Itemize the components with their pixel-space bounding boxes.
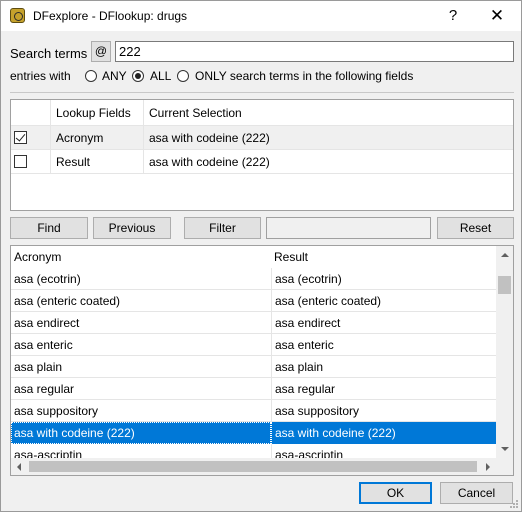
- filter-input[interactable]: [266, 217, 431, 239]
- search-input[interactable]: 222: [115, 41, 514, 62]
- ok-button[interactable]: OK: [359, 482, 432, 504]
- acronym-cell[interactable]: asa enteric: [11, 334, 271, 356]
- title-bar: DFexplore - DFlookup: drugs ? ✕: [1, 1, 521, 31]
- result-cell[interactable]: asa plain: [271, 356, 496, 378]
- result-cell[interactable]: asa enteric: [271, 334, 496, 356]
- lookup-current-selection: asa with codeine (222): [149, 155, 270, 169]
- results-list: Acronym Result asa (ecotrin) asa (ecotrin…: [10, 245, 514, 476]
- lookup-current-selection: asa with codeine (222): [149, 131, 270, 145]
- result-cell[interactable]: asa (ecotrin): [271, 268, 496, 290]
- result-cell[interactable]: asa (enteric coated): [271, 290, 496, 312]
- window-title: DFexplore - DFlookup: drugs: [33, 9, 188, 23]
- acronym-cell[interactable]: asa with codeine (222): [11, 422, 271, 444]
- radio-all-label[interactable]: ALL: [150, 69, 171, 83]
- table-row[interactable]: asa (enteric coated) asa (enteric coated): [11, 290, 496, 312]
- header-result[interactable]: Result: [271, 246, 496, 268]
- table-row[interactable]: asa endirect asa endirect: [11, 312, 496, 334]
- radio-only[interactable]: [177, 70, 189, 82]
- result-cell[interactable]: asa with codeine (222): [271, 422, 496, 444]
- close-icon[interactable]: ✕: [483, 4, 511, 28]
- acronym-cell[interactable]: asa plain: [11, 356, 271, 378]
- dflookup-dialog: DFexplore - DFlookup: drugs ? ✕ Search t…: [0, 0, 522, 512]
- find-button[interactable]: Find: [10, 217, 88, 239]
- table-row[interactable]: asa suppository asa suppository: [11, 400, 496, 422]
- cancel-button[interactable]: Cancel: [440, 482, 513, 504]
- radio-any[interactable]: [85, 70, 97, 82]
- lookup-fields-table: Lookup Fields Current Selection Acronym …: [10, 99, 514, 211]
- scroll-thumb[interactable]: [498, 276, 511, 294]
- table-row[interactable]: asa plain asa plain: [11, 356, 496, 378]
- table-row[interactable]: asa with codeine (222) asa with codeine (…: [11, 422, 496, 444]
- radio-all[interactable]: [132, 70, 144, 82]
- lookup-row[interactable]: Result asa with codeine (222): [11, 150, 513, 174]
- lookup-check-cell[interactable]: [11, 150, 51, 174]
- dfexplore-app-icon: [10, 8, 25, 23]
- scroll-thumb[interactable]: [29, 461, 477, 472]
- lookup-table-header: Lookup Fields Current Selection: [11, 100, 513, 126]
- acronym-cell[interactable]: asa regular: [11, 378, 271, 400]
- reset-button[interactable]: Reset: [437, 217, 514, 239]
- lookup-field-name: Result: [51, 150, 144, 174]
- acronym-cell[interactable]: asa (ecotrin): [11, 268, 271, 290]
- separator: [10, 92, 514, 93]
- horizontal-scrollbar[interactable]: [11, 458, 496, 475]
- table-row[interactable]: asa (ecotrin) asa (ecotrin): [11, 268, 496, 290]
- scroll-left-icon[interactable]: [17, 463, 21, 471]
- results-header: Acronym Result: [11, 246, 496, 268]
- result-cell[interactable]: asa regular: [271, 378, 496, 400]
- result-cell[interactable]: asa suppository: [271, 400, 496, 422]
- header-lookup-fields[interactable]: Lookup Fields: [51, 100, 144, 126]
- search-terms-label: Search terms: [10, 46, 88, 61]
- result-checkbox[interactable]: [14, 155, 27, 168]
- radio-any-label[interactable]: ANY: [102, 69, 127, 83]
- lookup-check-cell[interactable]: [11, 126, 51, 150]
- radio-only-label[interactable]: ONLY search terms in the following field…: [195, 69, 413, 83]
- acronym-cell[interactable]: asa endirect: [11, 312, 271, 334]
- scroll-right-icon[interactable]: [486, 463, 490, 471]
- table-row[interactable]: asa enteric asa enteric: [11, 334, 496, 356]
- header-current-selection[interactable]: Current Selection: [144, 100, 513, 126]
- resize-grip-icon[interactable]: [509, 499, 519, 509]
- scroll-corner: [496, 458, 513, 475]
- acronym-cell[interactable]: asa suppository: [11, 400, 271, 422]
- header-acronym[interactable]: Acronym: [11, 246, 271, 268]
- previous-button[interactable]: Previous: [93, 217, 171, 239]
- vertical-scrollbar[interactable]: [496, 246, 513, 458]
- result-cell[interactable]: asa endirect: [271, 312, 496, 334]
- header-check-column: [11, 100, 51, 126]
- acronym-checkbox[interactable]: [14, 131, 27, 144]
- at-button[interactable]: @: [91, 41, 111, 62]
- scroll-up-icon[interactable]: [501, 253, 509, 257]
- acronym-cell[interactable]: asa (enteric coated): [11, 290, 271, 312]
- help-button[interactable]: ?: [441, 4, 465, 28]
- lookup-field-name: Acronym: [51, 126, 144, 150]
- filter-button[interactable]: Filter: [184, 217, 261, 239]
- lookup-row[interactable]: Acronym asa with codeine (222): [11, 126, 513, 150]
- entries-with-label: entries with: [10, 69, 71, 83]
- table-row[interactable]: asa regular asa regular: [11, 378, 496, 400]
- scroll-down-icon[interactable]: [501, 447, 509, 451]
